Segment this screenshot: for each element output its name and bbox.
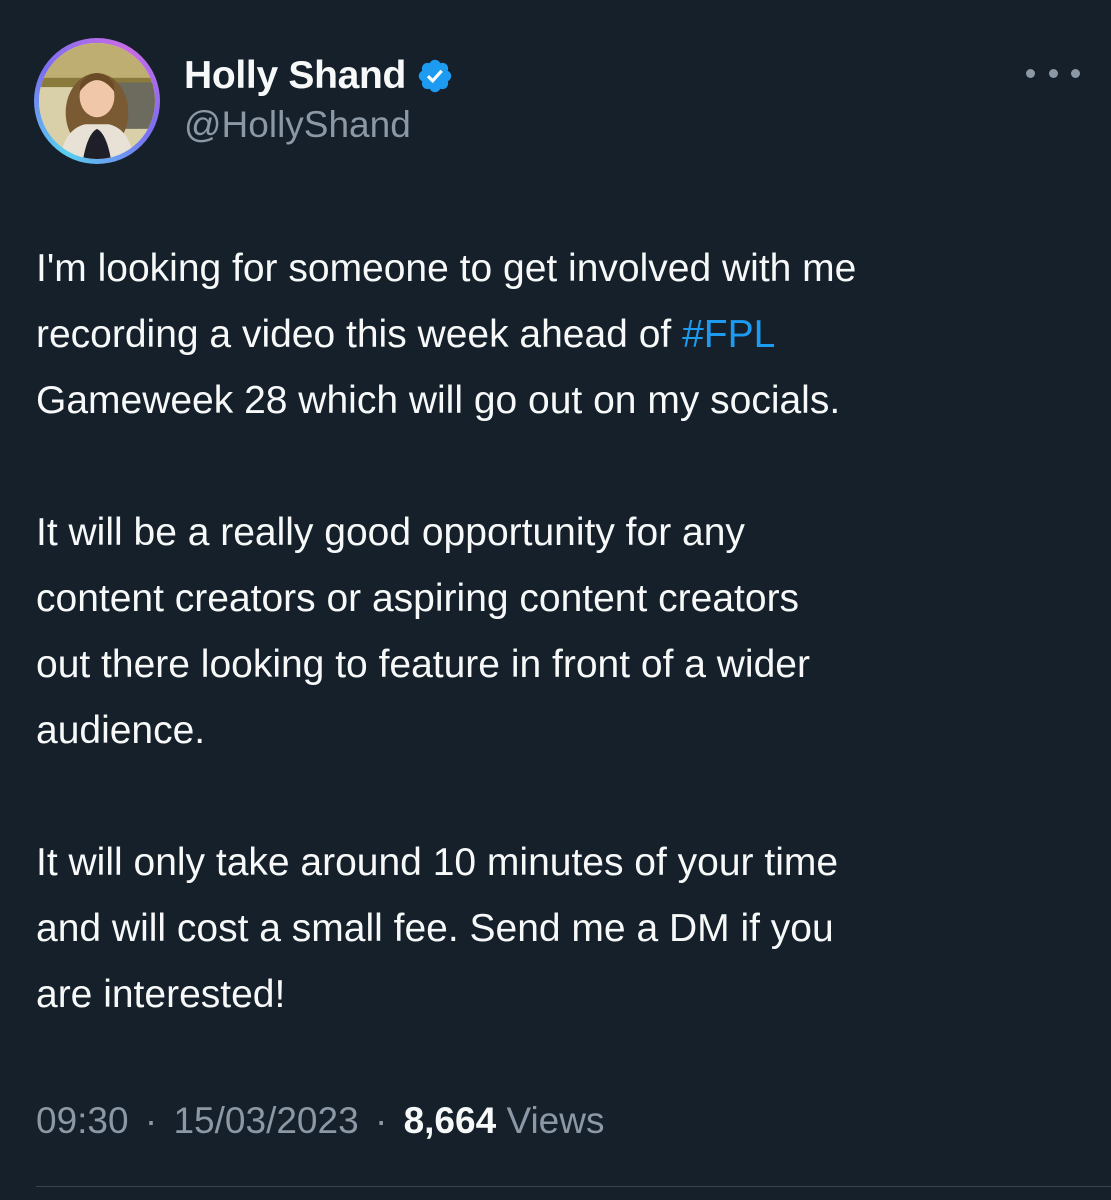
tweet-line: audience.	[36, 709, 206, 752]
tweet-line: out there looking to feature in front of…	[36, 643, 810, 686]
tweet-line: It will be a really good opportunity for…	[36, 511, 745, 554]
tweet-line: content creators or aspiring content cre…	[36, 577, 800, 620]
tweet-line: It will only take around 10 minutes of y…	[36, 841, 839, 884]
meta-separator: ·	[374, 1100, 388, 1141]
author-handle[interactable]: @HollyShand	[184, 104, 411, 146]
tweet-line: and will cost a small fee. Send me a DM …	[36, 907, 834, 950]
views-count: 8,664	[403, 1100, 497, 1141]
meta-separator: ·	[144, 1100, 158, 1141]
divider	[36, 1186, 1111, 1187]
profile-photo-icon	[39, 43, 155, 159]
tweet-date[interactable]: 15/03/2023	[173, 1100, 358, 1141]
tweet-line: I'm looking for someone to get involved …	[36, 247, 857, 290]
tweet-line: Gameweek 28 which will go out on my soci…	[36, 379, 841, 422]
more-options-icon[interactable]	[1026, 58, 1080, 88]
verified-badge-icon	[418, 59, 452, 93]
tweet-time[interactable]: 09:30	[36, 1100, 129, 1141]
tweet-text: I'm looking for someone to get involved …	[36, 236, 1086, 1028]
tweet-line: are interested!	[36, 973, 286, 1016]
tweet-line-text: recording a video this week ahead of	[36, 313, 683, 356]
tweet-meta: 09:30 · 15/03/2023 · 8,664 Views	[36, 1100, 604, 1142]
hashtag-link[interactable]: #FPL	[682, 313, 775, 356]
author-name-row: Holly Shand	[184, 52, 454, 100]
tweet: Holly Shand @HollyShand I'm looking for …	[0, 0, 1111, 1200]
tweet-line: recording a video this week ahead of #FP…	[36, 302, 1086, 368]
views-label: Views	[506, 1100, 605, 1141]
display-name[interactable]: Holly Shand	[184, 54, 406, 98]
avatar[interactable]	[34, 38, 160, 164]
